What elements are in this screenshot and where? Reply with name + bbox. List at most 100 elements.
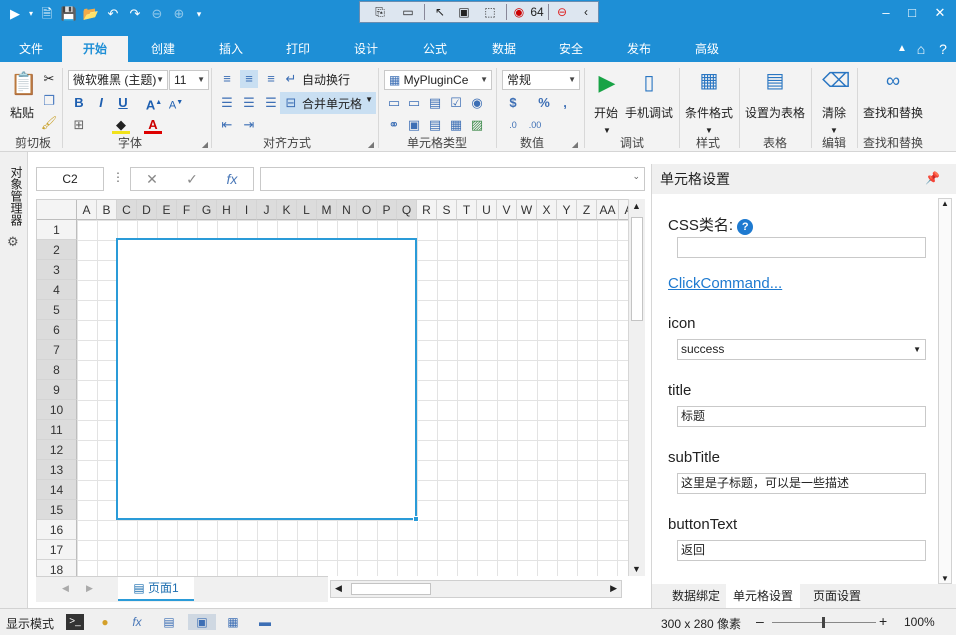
row-header[interactable]: 9 xyxy=(37,380,77,400)
chart-icon[interactable]: ▤ xyxy=(160,614,178,630)
align-bottom-icon[interactable]: ≡ xyxy=(262,70,280,88)
binoculars-icon[interactable]: ∞ xyxy=(878,71,908,98)
minimize-icon[interactable]: – xyxy=(876,4,896,22)
table-view-icon[interactable]: ▬ xyxy=(256,614,274,630)
bold-button[interactable]: B xyxy=(70,94,88,112)
percent-icon[interactable]: % xyxy=(535,94,553,112)
row-header[interactable]: 17 xyxy=(37,540,77,560)
column-header[interactable]: AA xyxy=(597,200,619,220)
increase-indent-icon[interactable]: ⇥ xyxy=(240,116,258,134)
bulb-icon[interactable]: ● xyxy=(96,614,114,630)
row-header[interactable]: 8 xyxy=(37,360,77,380)
expand-formula-icon[interactable]: ⌄ xyxy=(632,171,640,182)
home-icon[interactable]: ⌂ xyxy=(912,40,930,58)
column-header[interactable]: N xyxy=(337,200,357,220)
number-dialog-launcher-icon[interactable]: ◢ xyxy=(566,136,584,154)
row-header[interactable]: 4 xyxy=(37,280,77,300)
console-icon[interactable]: >_ xyxy=(66,614,84,630)
formula-input[interactable]: ⌄ xyxy=(260,167,645,191)
pointer-icon[interactable]: ↖ xyxy=(430,4,450,20)
copy-icon[interactable]: ❐ xyxy=(40,92,58,110)
image-celltype-icon[interactable]: ▣ xyxy=(405,116,423,134)
settings-panel-icon[interactable]: ▣ xyxy=(188,614,216,630)
zoom-out-icon[interactable]: – xyxy=(756,613,764,629)
increase-font-icon[interactable]: A▲ xyxy=(145,94,163,112)
row-header[interactable]: 14 xyxy=(37,480,77,500)
mobile-debug-button[interactable]: 手机调试 xyxy=(622,104,676,121)
back-icon[interactable]: ⊖ xyxy=(148,5,166,23)
row-header[interactable]: 6 xyxy=(37,320,77,340)
row-header[interactable]: 2 xyxy=(37,240,77,260)
panel-scrollbar[interactable]: ▲ ▼ xyxy=(938,198,952,584)
display-mode-label[interactable]: 显示模式 xyxy=(6,615,54,632)
row-header[interactable]: 5 xyxy=(37,300,77,320)
vertical-scrollbar[interactable]: ▲ ▼ xyxy=(628,199,645,576)
tab-create[interactable]: 创建 xyxy=(128,36,198,62)
select-all-corner[interactable] xyxy=(37,200,77,220)
help-icon[interactable]: ? xyxy=(934,40,952,58)
column-header[interactable]: E xyxy=(157,200,177,220)
currency-icon[interactable]: $ xyxy=(504,94,522,112)
prev-sheet-icon[interactable]: ◀ xyxy=(62,583,69,594)
icon-select[interactable]: success ▼ xyxy=(677,339,926,360)
number-format-select[interactable]: 常规 ▼ xyxy=(502,70,580,90)
forward-icon[interactable]: ⊕ xyxy=(170,5,188,23)
tab-publish[interactable]: 发布 xyxy=(604,36,674,62)
zoom-slider[interactable] xyxy=(772,617,876,628)
column-header[interactable]: O xyxy=(357,200,377,220)
underline-button[interactable]: U xyxy=(114,94,132,112)
more-options-icon[interactable]: ⋮ xyxy=(112,170,124,184)
fill-color-icon[interactable]: ◆ xyxy=(112,116,130,134)
column-header[interactable]: Z xyxy=(577,200,597,220)
pin-icon[interactable]: 📌 xyxy=(925,171,940,185)
chart-celltype-icon[interactable]: ▤ xyxy=(426,94,444,112)
decrease-decimal-icon[interactable]: .00 xyxy=(526,116,544,134)
redo-icon[interactable]: ↷ xyxy=(126,5,144,23)
page-layout-icon[interactable]: ▦ xyxy=(224,614,242,630)
column-header[interactable]: D xyxy=(137,200,157,220)
tab-data[interactable]: 数据 xyxy=(470,36,538,62)
row-header[interactable]: 7 xyxy=(37,340,77,360)
row-header[interactable]: 10 xyxy=(37,400,77,420)
wrap-text-button[interactable]: 自动换行 xyxy=(302,71,362,88)
find-replace-button[interactable]: 查找和替换 xyxy=(860,104,926,121)
border-icon[interactable]: ⊞ xyxy=(70,116,88,134)
horizontal-scroll-thumb[interactable] xyxy=(351,583,431,595)
record-icon[interactable]: ◉ xyxy=(510,4,528,20)
tab-print[interactable]: 打印 xyxy=(264,36,332,62)
paste-button[interactable]: 粘贴 xyxy=(4,104,40,121)
zoom-slider-thumb[interactable] xyxy=(822,617,825,628)
gear-icon[interactable]: ⚙ xyxy=(7,234,19,250)
align-left-icon[interactable]: ☰ xyxy=(218,94,236,112)
tab-data-binding[interactable]: 数据绑定 xyxy=(660,584,732,608)
column-header[interactable]: V xyxy=(497,200,517,220)
scroll-down-icon[interactable]: ▼ xyxy=(941,574,949,583)
start-icon[interactable]: ▶ xyxy=(596,72,618,98)
decrease-indent-icon[interactable]: ⇤ xyxy=(218,116,236,134)
conditional-format-button[interactable]: 条件格式 xyxy=(682,104,736,121)
title-input[interactable]: 标题 xyxy=(677,406,926,427)
add-page-icon[interactable]: ⎘ xyxy=(370,4,390,20)
column-header[interactable]: F xyxy=(177,200,197,220)
column-header[interactable]: B xyxy=(97,200,117,220)
spreadsheet[interactable]: ABCDEFGHIJKLMNOPQRSTUVWXYZAAA 1234567891… xyxy=(36,199,628,576)
insert-function-icon[interactable]: fx xyxy=(221,170,243,188)
set-as-table-icon[interactable]: ▤ xyxy=(762,71,788,98)
link-celltype-icon[interactable]: ⚭ xyxy=(385,116,403,134)
mobile-debug-icon[interactable]: ▯ xyxy=(638,73,660,98)
click-command-link[interactable]: ClickCommand... xyxy=(668,275,782,292)
column-header[interactable]: G xyxy=(197,200,217,220)
celltype-select[interactable]: ▦ MyPluginCe ▼ xyxy=(384,70,492,90)
checkbox-celltype-icon[interactable]: ☑ xyxy=(447,94,465,112)
font-color-icon[interactable]: A xyxy=(144,116,162,134)
table-celltype-icon[interactable]: ▦ xyxy=(447,116,465,134)
scroll-right-icon[interactable]: ▶ xyxy=(610,583,617,594)
column-header[interactable]: I xyxy=(237,200,257,220)
open-folder-icon[interactable]: 📂 xyxy=(82,5,100,23)
buttontext-input[interactable]: 返回 xyxy=(677,540,926,561)
column-header[interactable]: U xyxy=(477,200,497,220)
column-header[interactable]: P xyxy=(377,200,397,220)
tab-file[interactable]: 文件 xyxy=(0,36,62,62)
column-header[interactable]: Q xyxy=(397,200,417,220)
close-icon[interactable]: ✕ xyxy=(930,4,950,22)
